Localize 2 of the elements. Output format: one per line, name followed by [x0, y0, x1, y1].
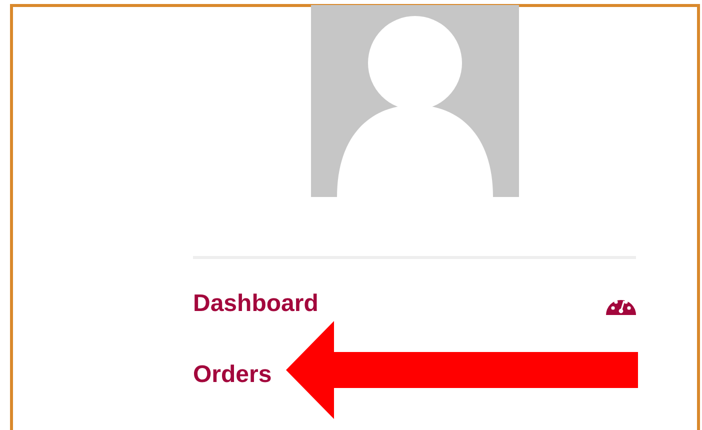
menu-item[interactable]: Orders [193, 362, 272, 386]
menu-item[interactable]: Dashboard [193, 292, 318, 316]
